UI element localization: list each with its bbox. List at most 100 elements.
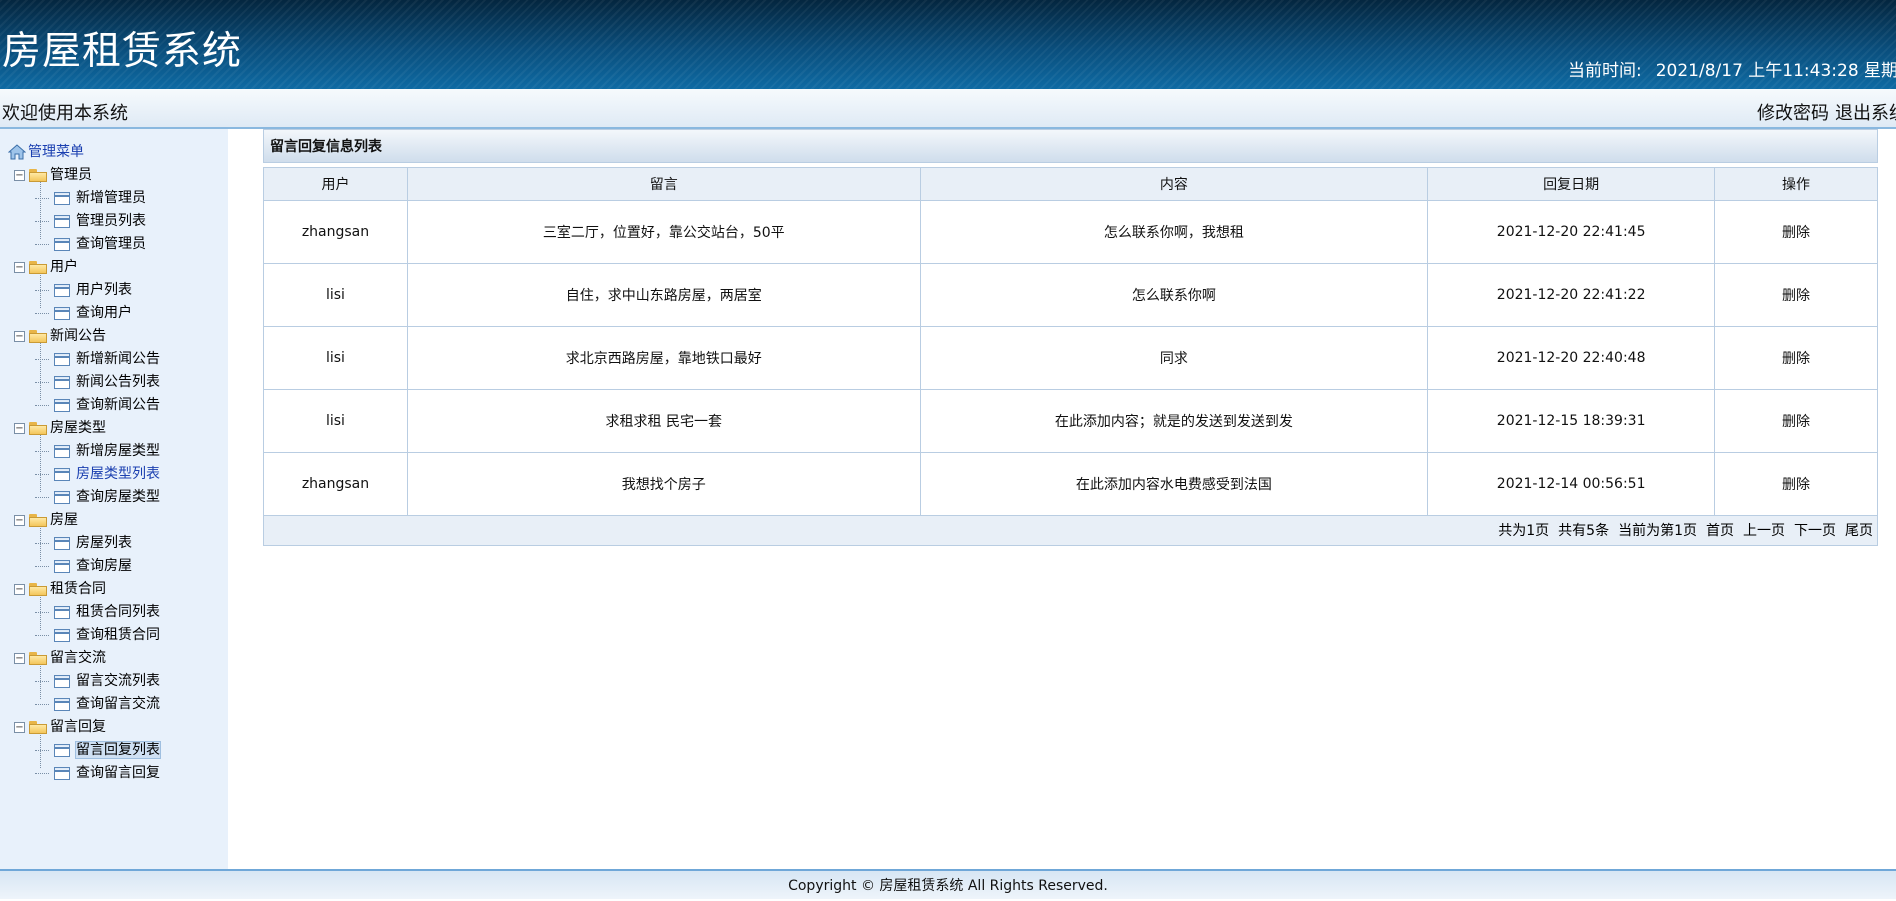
folder-icon (29, 582, 47, 596)
menu-group-admin: − 管理员 新增管理员 管理员列表 查询管理员 (8, 164, 160, 256)
column-header-message: 留言 (406, 167, 921, 201)
cell-user: zhangsan (263, 452, 408, 516)
clock-value: 2021/8/17 上午11:43:28 星期二 (1655, 61, 1896, 81)
page-icon (54, 283, 70, 297)
menu-item-message-list[interactable]: 留言交流列表 (8, 670, 160, 693)
next-page-link[interactable]: 下一页 (1794, 523, 1836, 539)
sidebar: 管理菜单 − 管理员 新增管理员 管理员列表 查询管理员 − 用户 用户列表 查询用… (0, 129, 228, 869)
page-icon (54, 743, 70, 757)
node-label: 新闻公告 (50, 328, 106, 344)
menu-item-query-admin[interactable]: 查询管理员 (8, 233, 160, 256)
logout-link[interactable]: 退出系统 (1835, 103, 1896, 124)
clock: 当前时间: 2021/8/17 上午11:43:28 星期二 (1568, 56, 1896, 81)
node-label: 用户 (50, 259, 78, 275)
page-icon (54, 237, 70, 251)
menu-group-message: − 留言交流 留言交流列表 查询留言交流 (8, 647, 160, 716)
cell-content: 怎么联系你啊，我想租 (919, 200, 1429, 264)
menu-node-reply[interactable]: − 留言回复 (8, 716, 160, 739)
collapse-icon[interactable]: − (14, 514, 25, 526)
node-label: 管理员 (50, 167, 92, 183)
column-header-user: 用户 (263, 167, 408, 201)
node-label: 房屋类型 (50, 420, 106, 436)
menu-item-query-house[interactable]: 查询房屋 (8, 555, 160, 578)
page-icon (54, 697, 70, 711)
cell-action: 删除 (1714, 326, 1878, 390)
collapse-icon[interactable]: − (14, 422, 25, 434)
menu-item-query-message[interactable]: 查询留言交流 (8, 693, 160, 716)
menu-item-news-list[interactable]: 新闻公告列表 (8, 371, 160, 394)
node-label: 留言交流 (50, 650, 106, 666)
cell-message: 求北京西路房屋，靠地铁口最好 (406, 326, 921, 390)
page-icon (54, 398, 70, 412)
cell-date: 2021-12-20 22:41:45 (1427, 200, 1716, 264)
page-icon (54, 214, 70, 228)
table-row: lisi 自住，求中山东路房屋，两居室 怎么联系你啊 2021-12-20 22… (263, 263, 1878, 327)
table-row: zhangsan 我想找个房子 在此添加内容水电费感受到法国 2021-12-1… (263, 452, 1878, 516)
menu-item-add-news[interactable]: 新增新闻公告 (8, 348, 160, 371)
page-icon (54, 444, 70, 458)
page-icon (54, 536, 70, 550)
collapse-icon[interactable]: − (14, 583, 25, 595)
collapse-icon[interactable]: − (14, 721, 25, 733)
menu-node-admin[interactable]: − 管理员 (8, 164, 160, 187)
collapse-icon[interactable]: − (14, 169, 25, 181)
cell-date: 2021-12-14 00:56:51 (1427, 452, 1716, 516)
collapse-icon[interactable]: − (14, 652, 25, 664)
menu-item-house-type-list[interactable]: 房屋类型列表 (8, 463, 160, 486)
menu-item-query-contract[interactable]: 查询租赁合同 (8, 624, 160, 647)
menu-group-news: − 新闻公告 新增新闻公告 新闻公告列表 查询新闻公告 (8, 325, 160, 417)
footer: Copyright © 房屋租赁系统 All Rights Reserved. (0, 869, 1896, 899)
delete-link[interactable]: 删除 (1782, 351, 1810, 367)
menu-root[interactable]: 管理菜单 (8, 141, 160, 164)
current-page: 当前为第1页 (1618, 523, 1697, 539)
page-icon (54, 559, 70, 573)
menu-item-query-reply[interactable]: 查询留言回复 (8, 762, 160, 785)
clock-label: 当前时间: (1568, 61, 1642, 81)
welcome-bar: 欢迎使用本系统 修改密码退出系统 (0, 89, 1896, 129)
page-icon (54, 674, 70, 688)
collapse-icon[interactable]: − (14, 330, 25, 342)
folder-icon (29, 260, 47, 274)
menu-item-contract-list[interactable]: 租赁合同列表 (8, 601, 160, 624)
menu-item-query-news[interactable]: 查询新闻公告 (8, 394, 160, 417)
menu-item-query-user[interactable]: 查询用户 (8, 302, 160, 325)
column-header-content: 内容 (919, 167, 1429, 201)
menu-node-contract[interactable]: − 租赁合同 (8, 578, 160, 601)
collapse-icon[interactable]: − (14, 261, 25, 273)
table-header-row: 用户 留言 内容 回复日期 操作 (263, 167, 1878, 201)
menu-item-reply-list[interactable]: 留言回复列表 (8, 739, 161, 762)
main-content: 留言回复信息列表 用户 留言 内容 回复日期 操作 zhangsan 三室二厅，… (263, 129, 1878, 546)
page-icon (54, 467, 70, 481)
menu-node-message[interactable]: − 留言交流 (8, 647, 160, 670)
node-label: 房屋 (50, 512, 78, 528)
menu-node-news[interactable]: − 新闻公告 (8, 325, 160, 348)
folder-icon (29, 720, 47, 734)
page-icon (54, 375, 70, 389)
menu-group-contract: − 租赁合同 租赁合同列表 查询租赁合同 (8, 578, 160, 647)
panel-title: 留言回复信息列表 (263, 129, 1878, 163)
menu-item-add-admin[interactable]: 新增管理员 (8, 187, 160, 210)
cell-user: lisi (263, 389, 408, 453)
menu-item-add-house-type[interactable]: 新增房屋类型 (8, 440, 160, 463)
delete-link[interactable]: 删除 (1782, 414, 1810, 430)
delete-link[interactable]: 删除 (1782, 225, 1810, 241)
last-page-link[interactable]: 尾页 (1845, 523, 1873, 539)
delete-link[interactable]: 删除 (1782, 477, 1810, 493)
menu-node-user[interactable]: − 用户 (8, 256, 160, 279)
menu-item-user-list[interactable]: 用户列表 (8, 279, 160, 302)
menu-node-house[interactable]: − 房屋 (8, 509, 160, 532)
cell-action: 删除 (1714, 452, 1878, 516)
page-icon (54, 191, 70, 205)
menu-item-query-house-type[interactable]: 查询房屋类型 (8, 486, 160, 509)
folder-icon (29, 329, 47, 343)
menu-node-house-type[interactable]: − 房屋类型 (8, 417, 160, 440)
prev-page-link[interactable]: 上一页 (1743, 523, 1785, 539)
folder-icon (29, 421, 47, 435)
change-password-link[interactable]: 修改密码 (1757, 103, 1829, 124)
delete-link[interactable]: 删除 (1782, 288, 1810, 304)
menu-item-house-list[interactable]: 房屋列表 (8, 532, 160, 555)
first-page-link[interactable]: 首页 (1706, 523, 1734, 539)
home-icon (8, 144, 26, 160)
menu-item-admin-list[interactable]: 管理员列表 (8, 210, 160, 233)
page-icon (54, 628, 70, 642)
